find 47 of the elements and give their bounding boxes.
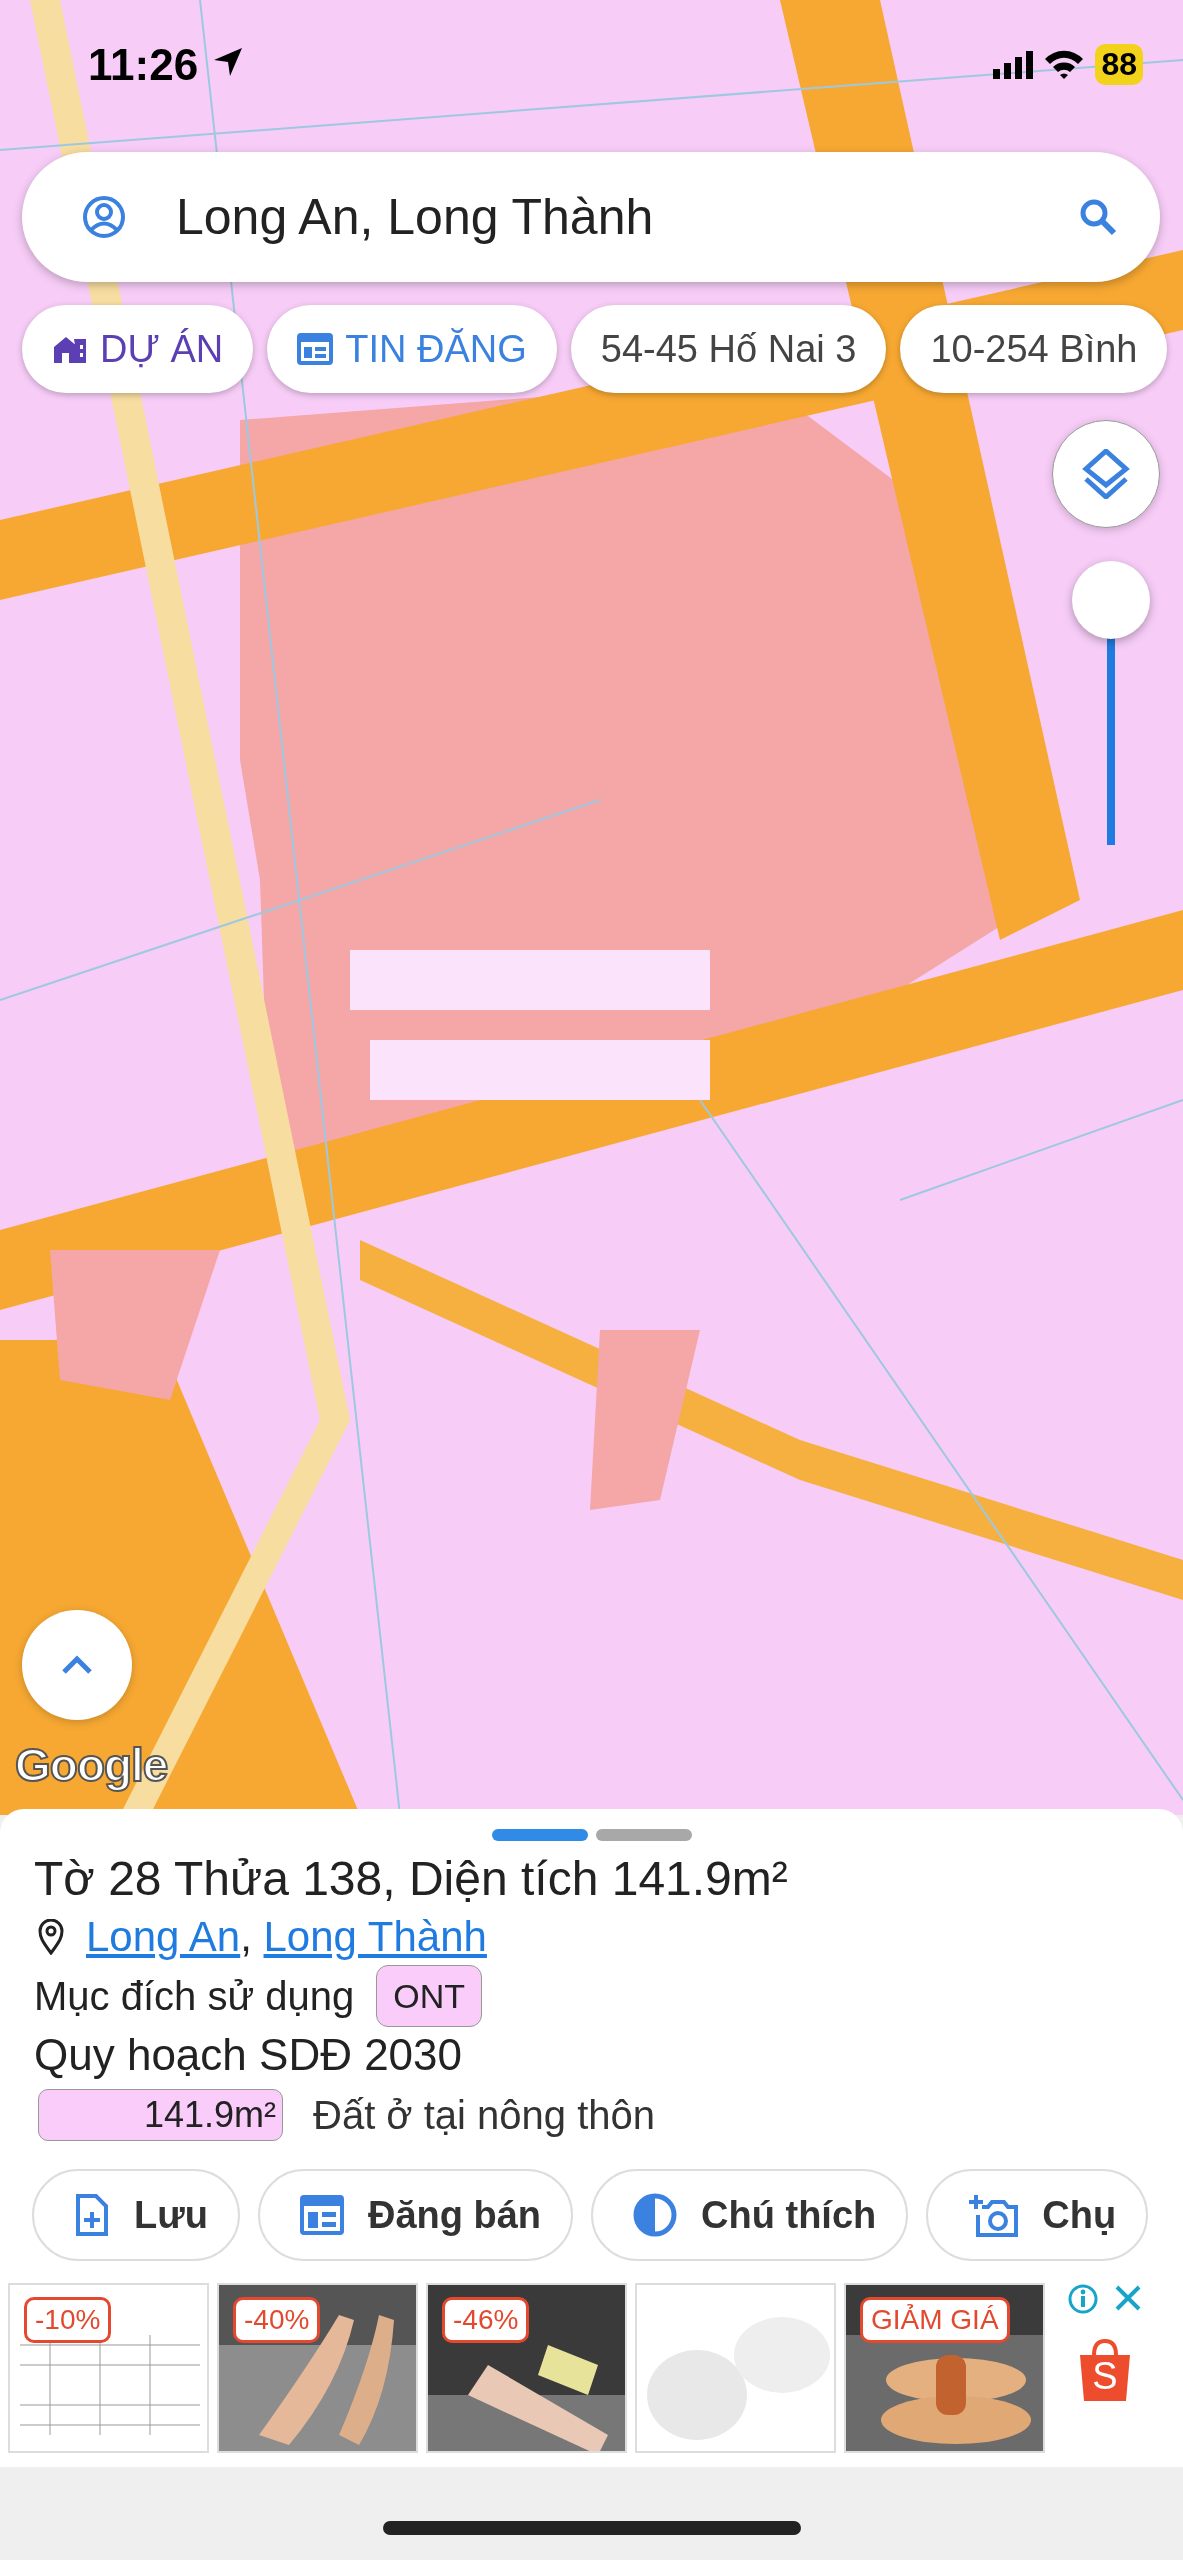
filter-chip[interactable]: DỰ ÁN <box>22 305 254 393</box>
location-pin-icon <box>38 1919 64 1955</box>
battery-indicator: 88 <box>1095 44 1143 85</box>
file-plus-icon <box>74 2194 110 2236</box>
ad-product-card[interactable]: GIẢM GIÁ <box>844 2283 1045 2453</box>
location-link[interactable]: Long Thành <box>263 1913 487 1960</box>
legend-swatch: 141.9m² <box>38 2089 283 2141</box>
discount-badge: GIẢM GIÁ <box>860 2297 1010 2343</box>
signal-icon <box>993 50 1034 79</box>
land-use-code: ONT <box>376 1965 483 2027</box>
discount-badge: -10% <box>24 2297 112 2343</box>
wifi-icon <box>1043 48 1086 81</box>
page-indicator[interactable] <box>491 1829 588 1841</box>
plan-title: Quy hoạch SDĐ 2030 <box>34 2029 464 2081</box>
table-icon <box>299 2194 344 2236</box>
account-icon <box>82 195 126 239</box>
action-button[interactable]: Đăng bán <box>257 2169 574 2261</box>
filter-chip[interactable]: TIN ĐĂNG <box>267 305 557 393</box>
location-link[interactable]: Long An <box>86 1913 241 1960</box>
parcel-title: Tờ 28 Thửa 138, Diện tích 141.9m² <box>34 1851 789 1907</box>
action-button[interactable]: Chú thích <box>591 2169 909 2261</box>
ad-product-card[interactable]: -46% <box>426 2283 627 2453</box>
chevron-up-icon <box>61 1654 93 1676</box>
legend-description: Đất ở tại nông thôn <box>313 2092 655 2138</box>
layers-icon <box>1082 449 1130 499</box>
google-logo: Google <box>15 1738 168 1792</box>
info-icon <box>1067 2283 1099 2315</box>
ad-product-card[interactable]: -40% <box>217 2283 418 2453</box>
filter-chip[interactable]: 54-45 Hố Nai 3 <box>570 305 887 393</box>
table-icon <box>297 332 334 366</box>
contrast-icon <box>633 2193 678 2237</box>
action-button[interactable]: Chụ <box>926 2169 1149 2261</box>
location-arrow-icon <box>212 46 244 78</box>
ad-product-card[interactable]: -10% <box>8 2283 209 2453</box>
camera-plus-icon <box>968 2193 1019 2237</box>
shop-logo[interactable]: S <box>1076 2339 1134 2401</box>
action-button[interactable]: Lưu <box>32 2169 240 2261</box>
close-icon <box>1113 2283 1143 2313</box>
discount-badge: -46% <box>442 2297 530 2343</box>
clock-time: 11:26 <box>88 40 199 90</box>
search-icon <box>1078 197 1118 237</box>
page-indicator[interactable] <box>595 1829 692 1841</box>
filter-chip[interactable]: 10-254 Bình <box>900 305 1168 393</box>
discount-badge: -40% <box>233 2297 321 2343</box>
separator-text: , <box>240 1913 253 1960</box>
search-field[interactable]: Long An, Long Thành <box>22 152 1160 282</box>
usage-label: Mục đích sử dụng <box>34 1973 355 2020</box>
